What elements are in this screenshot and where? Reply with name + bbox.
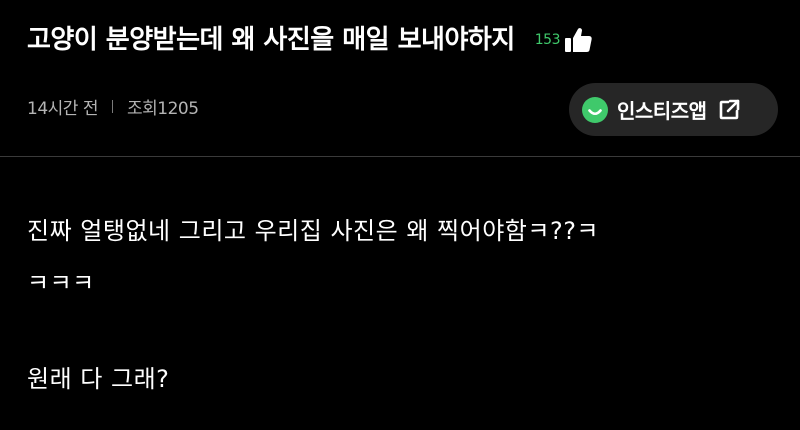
body-line-empty	[27, 309, 787, 353]
body-line: 원래 다 그래?	[27, 365, 170, 393]
like-box[interactable]: 153	[535, 26, 593, 54]
meta-divider	[111, 100, 113, 113]
instiz-smile-logo-icon	[582, 96, 608, 123]
post-body: 진짜 얼탱없네 그리고 우리집 사진은 왜 찍어야함ㅋ??ㅋ ㅋㅋㅋ 원래 다 …	[27, 205, 787, 405]
title-row: 고양이 분양받는데 왜 사진을 매일 보내야하지 153	[27, 19, 593, 56]
thumbs-up-icon[interactable]	[563, 26, 593, 54]
open-app-button[interactable]: 인스티즈앱	[569, 83, 778, 136]
header-divider	[0, 156, 800, 157]
body-line: 진짜 얼탱없네 그리고 우리집 사진은 왜 찍어야함ㅋ??ㅋ	[27, 217, 600, 245]
post-meta: 14시간 전 조회1205	[27, 94, 199, 119]
post-title: 고양이 분양받는데 왜 사진을 매일 보내야하지	[27, 25, 515, 55]
body-line: ㅋㅋㅋ	[27, 269, 95, 297]
post-header: 고양이 분양받는데 왜 사진을 매일 보내야하지 153 14시간 전 조회12…	[0, 0, 800, 156]
external-link-icon	[719, 99, 739, 119]
post-time: 14시간 전	[27, 99, 98, 119]
post-views: 조회1205	[126, 99, 199, 119]
open-app-label: 인스티즈앱	[617, 99, 707, 123]
like-count: 153	[534, 31, 561, 48]
